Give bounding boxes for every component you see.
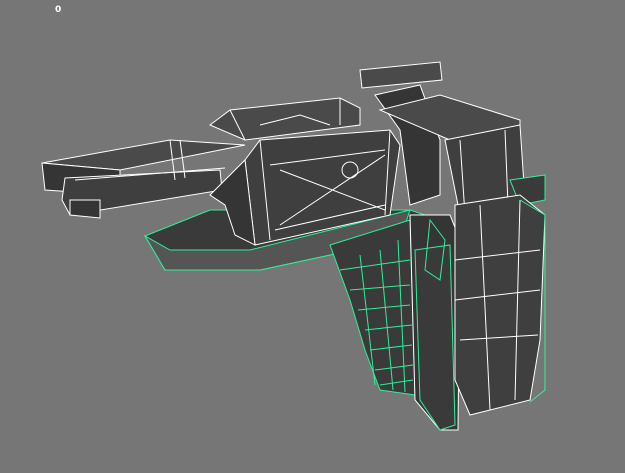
3d-viewport[interactable] [0,0,625,473]
mesh-model[interactable] [41,61,546,431]
